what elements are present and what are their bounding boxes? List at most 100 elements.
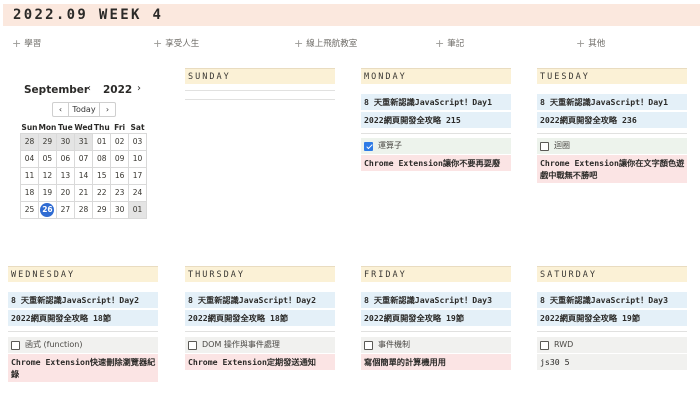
category-button-flight-class[interactable]: + 線上飛航教室 [294, 36, 357, 50]
checkbox-checked-icon[interactable] [364, 141, 373, 151]
category-label: 筆記 [447, 39, 465, 49]
course-item[interactable]: 8 天重新認識JavaScript！Day2 [185, 292, 335, 308]
course-item[interactable]: 8 天重新認識JavaScript！Day2 [8, 292, 158, 308]
calendar-day[interactable]: 12 [37, 166, 57, 185]
task-item[interactable]: 函式 (function) [8, 337, 158, 353]
checkbox-icon[interactable] [188, 340, 197, 350]
calendar-day[interactable]: 30 [55, 132, 75, 151]
course-item[interactable]: 2022網頁開發全攻略 215 [361, 112, 511, 128]
category-button-other[interactable]: + 其他 [576, 36, 605, 50]
course-item[interactable]: 8 天重新認識JavaScript！Day3 [361, 292, 511, 308]
calendar-day[interactable]: 05 [37, 149, 57, 168]
calendar-day[interactable]: 13 [55, 166, 75, 185]
note-item[interactable]: Chrome Extension讓你不要再耍廢 [361, 155, 511, 171]
note-item[interactable]: js30 5 [537, 354, 687, 370]
task-item[interactable]: RWD [537, 337, 687, 353]
calendar-nav: ‹ Today › [52, 102, 116, 117]
note-item[interactable]: 寫個簡單的計算機用用 [361, 354, 511, 370]
today-marker: 26 [40, 202, 55, 217]
plus-icon: + [153, 36, 163, 50]
calendar-day[interactable]: 02 [110, 132, 130, 151]
calendar-day[interactable]: 14 [73, 166, 94, 185]
calendar-day[interactable]: 15 [92, 166, 112, 185]
calendar-day[interactable]: 30 [110, 200, 130, 219]
course-item[interactable]: 8 天重新認識JavaScript！Day1 [361, 94, 511, 110]
task-item[interactable]: DOM 操作與事件處理 [185, 337, 335, 353]
checkbox-icon[interactable] [540, 141, 549, 151]
note-item[interactable]: Chrome Extension定期發送通知 [185, 354, 335, 370]
calendar-day[interactable]: 04 [20, 149, 39, 168]
calendar-day[interactable]: 26 [37, 200, 57, 219]
category-button-enjoy-life[interactable]: + 享受人生 [153, 36, 199, 50]
weekday-label: Sun [21, 123, 38, 133]
category-button-notes[interactable]: + 筆記 [435, 36, 464, 50]
calendar-day[interactable]: 22 [92, 183, 112, 202]
calendar-day[interactable]: 27 [55, 200, 75, 219]
divider [361, 331, 511, 332]
calendar-day[interactable]: 21 [73, 183, 94, 202]
calendar-day[interactable]: 01 [92, 132, 112, 151]
course-item[interactable]: 8 天重新認識JavaScript！Day3 [537, 292, 687, 308]
calendar-day[interactable]: 08 [92, 149, 112, 168]
divider [537, 331, 687, 332]
plus-icon: + [12, 36, 22, 50]
course-item[interactable]: 2022網頁開發全攻略 19節 [361, 310, 511, 326]
task-label: RWD [554, 340, 574, 349]
task-item[interactable]: 運算子 [361, 138, 511, 154]
checkbox-icon[interactable] [11, 340, 20, 350]
calendar-day[interactable]: 29 [37, 132, 57, 151]
divider [185, 90, 335, 91]
course-item[interactable]: 2022網頁開發全攻略 18節 [185, 310, 335, 326]
today-button[interactable]: Today [68, 103, 100, 116]
course-item[interactable]: 2022網頁開發全攻略 18節 [8, 310, 158, 326]
divider [185, 99, 335, 100]
calendar-day[interactable]: 20 [55, 183, 75, 202]
checkbox-icon[interactable] [364, 340, 373, 350]
note-item[interactable]: Chrome Extension快速刪除瀏覽器紀錄 [8, 354, 158, 382]
day-header-saturday: SATURDAY [537, 266, 687, 282]
calendar-day[interactable]: 09 [110, 149, 130, 168]
next-month-arrow-icon[interactable]: › [137, 83, 141, 94]
course-item[interactable]: 8 天重新認識JavaScript！Day1 [537, 94, 687, 110]
task-label: DOM 操作與事件處理 [202, 340, 280, 349]
calendar-week: 28 29 30 31 01 02 03 [20, 132, 147, 151]
day-header-thursday: THURSDAY [185, 266, 335, 282]
calendar-day[interactable]: 01 [128, 200, 147, 219]
prev-button[interactable]: ‹ [53, 103, 68, 116]
calendar-day[interactable]: 03 [128, 132, 147, 151]
calendar-day[interactable]: 23 [110, 183, 130, 202]
calendar-day[interactable]: 31 [73, 132, 94, 151]
calendar-day[interactable]: 28 [20, 132, 39, 151]
calendar-day[interactable]: 06 [55, 149, 75, 168]
calendar-day[interactable]: 16 [110, 166, 130, 185]
calendar-day[interactable]: 24 [128, 183, 147, 202]
calendar-day[interactable]: 07 [73, 149, 94, 168]
task-item[interactable]: 事件機制 [361, 337, 511, 353]
calendar-day[interactable]: 25 [20, 200, 39, 219]
calendar-day[interactable]: 18 [20, 183, 39, 202]
calendar-day[interactable]: 17 [128, 166, 147, 185]
category-label: 其他 [588, 39, 606, 49]
page-header: 2022.09 WEEK 4 [3, 4, 700, 26]
day-name: MONDAY [364, 72, 407, 82]
weekday-label: Wed [74, 123, 93, 133]
day-name: WEDNESDAY [11, 270, 76, 280]
calendar-day[interactable]: 10 [128, 149, 147, 168]
task-item[interactable]: 迴圈 [537, 138, 687, 154]
day-header-wednesday: WEDNESDAY [8, 266, 158, 282]
day-name: TUESDAY [540, 72, 590, 82]
course-item[interactable]: 2022網頁開發全攻略 19節 [537, 310, 687, 326]
prev-month-arrow-icon[interactable]: ‹ [87, 83, 91, 94]
calendar-day[interactable]: 28 [73, 200, 94, 219]
calendar-day[interactable]: 11 [20, 166, 39, 185]
category-button-study[interactable]: + 學習 [12, 36, 41, 50]
next-button[interactable]: › [100, 103, 115, 116]
plus-icon: + [294, 36, 304, 50]
checkbox-icon[interactable] [540, 340, 549, 350]
weekday-label: Mon [38, 123, 57, 133]
note-item[interactable]: Chrome Extension讓你在文字顏色遊戲中戰無不勝吧 [537, 155, 687, 183]
weekday-label: Sat [130, 123, 145, 133]
course-item[interactable]: 2022網頁開發全攻略 236 [537, 112, 687, 128]
calendar-day[interactable]: 29 [92, 200, 112, 219]
calendar-day[interactable]: 19 [37, 183, 57, 202]
